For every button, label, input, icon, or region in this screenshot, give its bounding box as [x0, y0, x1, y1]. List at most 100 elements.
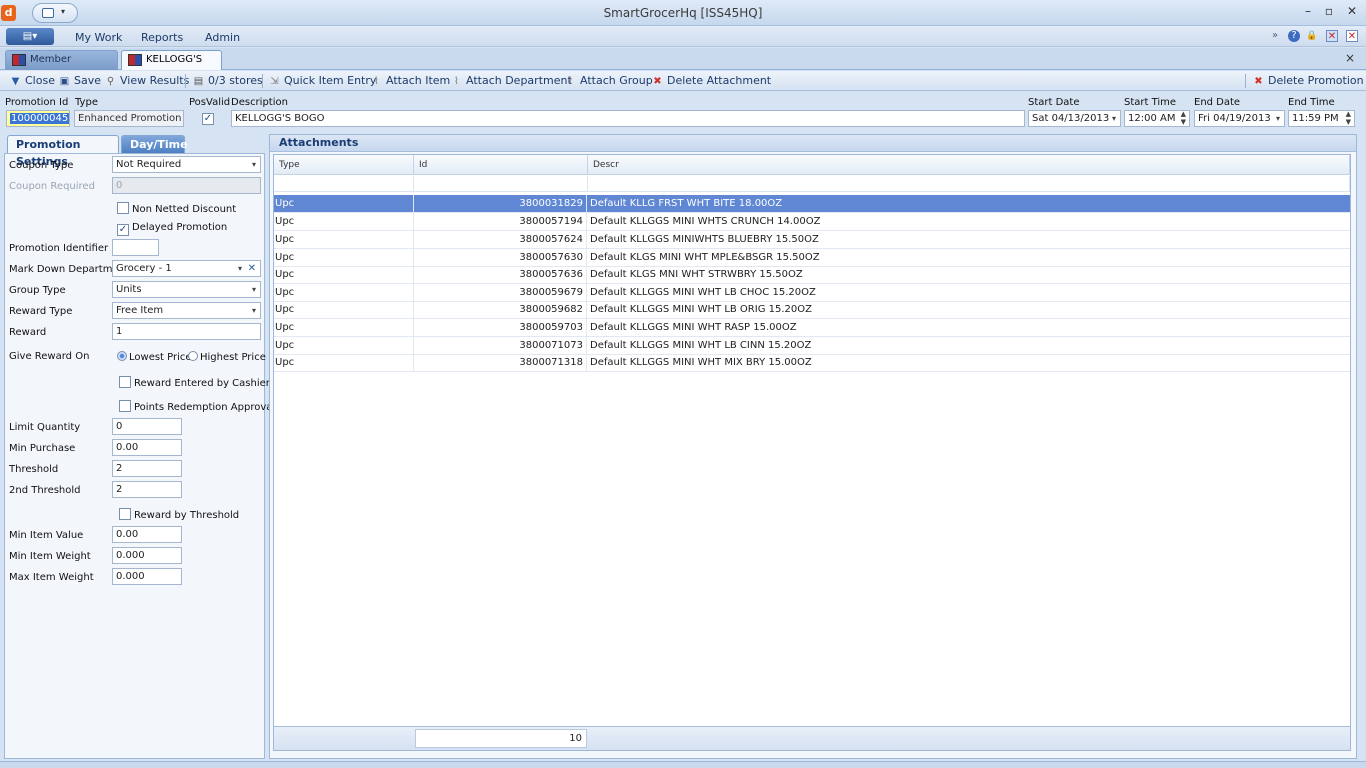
column-header-descr[interactable]: Descr — [588, 155, 1350, 175]
table-row[interactable]: Upc 3800071318 Default KLLGGS MINI WHT MIX… — [274, 354, 1350, 372]
spinner-icon[interactable]: ▲ ▼ — [1346, 111, 1351, 126]
delayed-promotion-checkbox[interactable]: ✓ Delayed Promotion — [117, 222, 227, 236]
attach-item-button[interactable]: ⌇ Attach Item — [370, 73, 450, 89]
filter-cell-id[interactable] — [414, 176, 588, 192]
reward-by-threshold-checkbox[interactable]: Reward by Threshold — [119, 508, 239, 521]
limit-quantity-input[interactable]: 0 — [112, 418, 182, 435]
threshold-input[interactable]: 2 — [112, 460, 182, 477]
min-item-weight-input[interactable]: 0.000 — [112, 547, 182, 564]
column-header-type[interactable]: Type — [274, 155, 414, 175]
row-count: 10 — [415, 729, 587, 748]
close-button[interactable]: ▼ Close — [9, 73, 55, 89]
table-row[interactable]: Upc 3800057636 Default KLGS MNI WHT STRWBR… — [274, 266, 1350, 284]
maximize-button[interactable]: ▫ — [1321, 4, 1337, 18]
filter-cell-descr[interactable] — [588, 176, 1350, 192]
status-bar — [0, 761, 1366, 768]
toolbar-separator — [262, 74, 263, 88]
lowest-price-radio[interactable]: Lowest Price — [117, 351, 192, 363]
tab-member-promotions[interactable]: Member Promotions — [5, 50, 118, 83]
start-date-picker[interactable]: Sat 04/13/2013 ▾ — [1028, 110, 1121, 127]
checkbox-box — [117, 202, 129, 214]
table-row[interactable]: Upc 3800059682 Default KLLGGS MINI WHT LB … — [274, 301, 1350, 319]
table-row[interactable]: Upc 3800059703 Default KLLGGS MINI WHT RAS… — [274, 319, 1350, 337]
radio-selected-icon — [117, 351, 127, 361]
min-item-weight-label: Min Item Weight — [9, 551, 91, 562]
checkbox-box — [119, 508, 131, 520]
promotion-identifier-label: Promotion Identifier — [9, 243, 109, 254]
save-button[interactable]: ▣ Save — [58, 73, 101, 89]
clear-icon[interactable]: ✕ — [248, 261, 256, 276]
delete-promotion-button[interactable]: ✖ Delete Promotion — [1252, 73, 1363, 89]
end-time-spinner[interactable]: 11:59 PM ▲ ▼ — [1288, 110, 1355, 127]
quick-item-entry-button[interactable]: ⇲ Quick Item Entry — [268, 73, 376, 89]
expand-icon[interactable]: » — [1269, 30, 1281, 42]
chevron-down-icon[interactable]: ▾ — [1112, 111, 1116, 126]
checkmark-icon: ✓ — [117, 224, 129, 236]
triangle-down-icon: ▼ — [11, 76, 20, 87]
chevron-down-icon[interactable]: ▾ — [1276, 111, 1280, 126]
chevron-down-icon[interactable]: ▾ — [238, 261, 242, 276]
filter-cell-type[interactable] — [274, 176, 414, 192]
promotion-icon — [128, 54, 142, 66]
table-row[interactable]: Upc 3800071073 Default KLLGGS MINI WHT LB … — [274, 337, 1350, 355]
reward-entered-by-cashiers-checkbox[interactable]: Reward Entered by Cashiers — [119, 376, 275, 389]
coupon-required-label: Coupon Required — [9, 181, 95, 192]
table-row[interactable]: Upc 3800057194 Default KLLGGS MINI WHTS CR… — [274, 213, 1350, 231]
minimize-button[interactable]: – — [1300, 4, 1316, 18]
toolbar-separator — [185, 74, 186, 88]
toolbar-separator — [1245, 74, 1246, 88]
tab-day-time[interactable]: Day/Time — [121, 135, 188, 153]
non-netted-discount-checkbox[interactable]: Non Netted Discount — [117, 202, 236, 215]
close-document-icon[interactable]: ✕ — [1326, 30, 1338, 42]
attach-group-button[interactable]: ⌇ Attach Group — [564, 73, 653, 89]
tab-promotion-settings[interactable]: Promotion Settings — [7, 135, 119, 168]
menu-admin[interactable]: Admin — [205, 31, 240, 44]
chevron-down-icon[interactable]: ▾ — [252, 282, 256, 297]
delete-attachment-button[interactable]: ✖ Delete Attachment — [651, 73, 771, 89]
chevron-down-icon[interactable]: ▾ — [252, 157, 256, 172]
promotion-id-field[interactable]: 100000045 — [6, 110, 70, 127]
lock-icon[interactable]: 🔒 — [1306, 30, 1318, 42]
coupon-type-select[interactable]: Not Required ▾ — [112, 156, 261, 173]
chevron-down-icon[interactable]: ▾ — [252, 303, 256, 318]
menu-reports[interactable]: Reports — [141, 31, 183, 44]
close-all-icon[interactable]: ✕ — [1346, 30, 1358, 42]
end-date-picker[interactable]: Fri 04/19/2013 ▾ — [1194, 110, 1285, 127]
points-redemption-approval-checkbox[interactable]: Points Redemption Approval — [119, 400, 275, 413]
window-title: SmartGrocerHq [ISS45HQ] — [603, 6, 763, 20]
reward-input[interactable]: 1 — [112, 323, 261, 340]
posvalid-checkbox[interactable]: ✓ — [202, 113, 214, 125]
delete-x-icon: ✖ — [1254, 76, 1263, 87]
min-item-value-input[interactable]: 0.00 — [112, 526, 182, 543]
close-tab-icon[interactable]: × — [1345, 51, 1355, 65]
group-type-select[interactable]: Units ▾ — [112, 281, 261, 298]
table-row[interactable]: Upc 3800059679 Default KLLGGS MINI WHT LB … — [274, 284, 1350, 302]
attachments-title: Attachments — [270, 135, 1356, 152]
min-purchase-input[interactable]: 0.00 — [112, 439, 182, 456]
menu-my-work[interactable]: My Work — [75, 31, 122, 44]
app-menu-button[interactable]: ▤▾ — [6, 28, 54, 45]
table-row[interactable]: Upc 3800057624 Default KLLGGS MINIWHTS BLU… — [274, 231, 1350, 249]
stores-button[interactable]: ▤ 0/3 stores — [192, 73, 263, 89]
description-input[interactable]: KELLOGG'S BOGO — [231, 110, 1025, 127]
second-threshold-input[interactable]: 2 — [112, 481, 182, 498]
view-results-button[interactable]: ⚲ View Results — [104, 73, 190, 89]
promotion-identifier-input[interactable] — [112, 239, 159, 256]
table-row[interactable]: Upc 3800031829 Default KLLG FRST WHT BITE … — [274, 195, 1350, 213]
start-time-spinner[interactable]: 12:00 AM ▲ ▼ — [1124, 110, 1190, 127]
max-item-weight-input[interactable]: 0.000 — [112, 568, 182, 585]
reward-type-label: Reward Type — [9, 306, 73, 317]
table-row[interactable]: Upc 3800057630 Default KLGS MINI WHT MPLE&… — [274, 249, 1350, 267]
mark-down-department-select[interactable]: Grocery - 1 ▾ ✕ — [112, 260, 261, 277]
highest-price-radio[interactable]: Highest Price — [188, 351, 266, 363]
tab-kelloggs-bogo[interactable]: KELLOGG'S BOGO — [121, 50, 222, 83]
help-icon[interactable]: ? — [1288, 30, 1300, 42]
reward-label: Reward — [9, 327, 47, 338]
column-header-id[interactable]: Id — [414, 155, 588, 175]
give-reward-on-label: Give Reward On — [9, 351, 90, 362]
close-window-button[interactable]: ✕ — [1344, 4, 1360, 18]
attach-department-button[interactable]: ⌇ Attach Department — [450, 73, 572, 89]
reward-type-select[interactable]: Free Item ▾ — [112, 302, 261, 319]
start-time-label: Start Time — [1124, 97, 1177, 108]
spinner-icon[interactable]: ▲ ▼ — [1181, 111, 1186, 126]
